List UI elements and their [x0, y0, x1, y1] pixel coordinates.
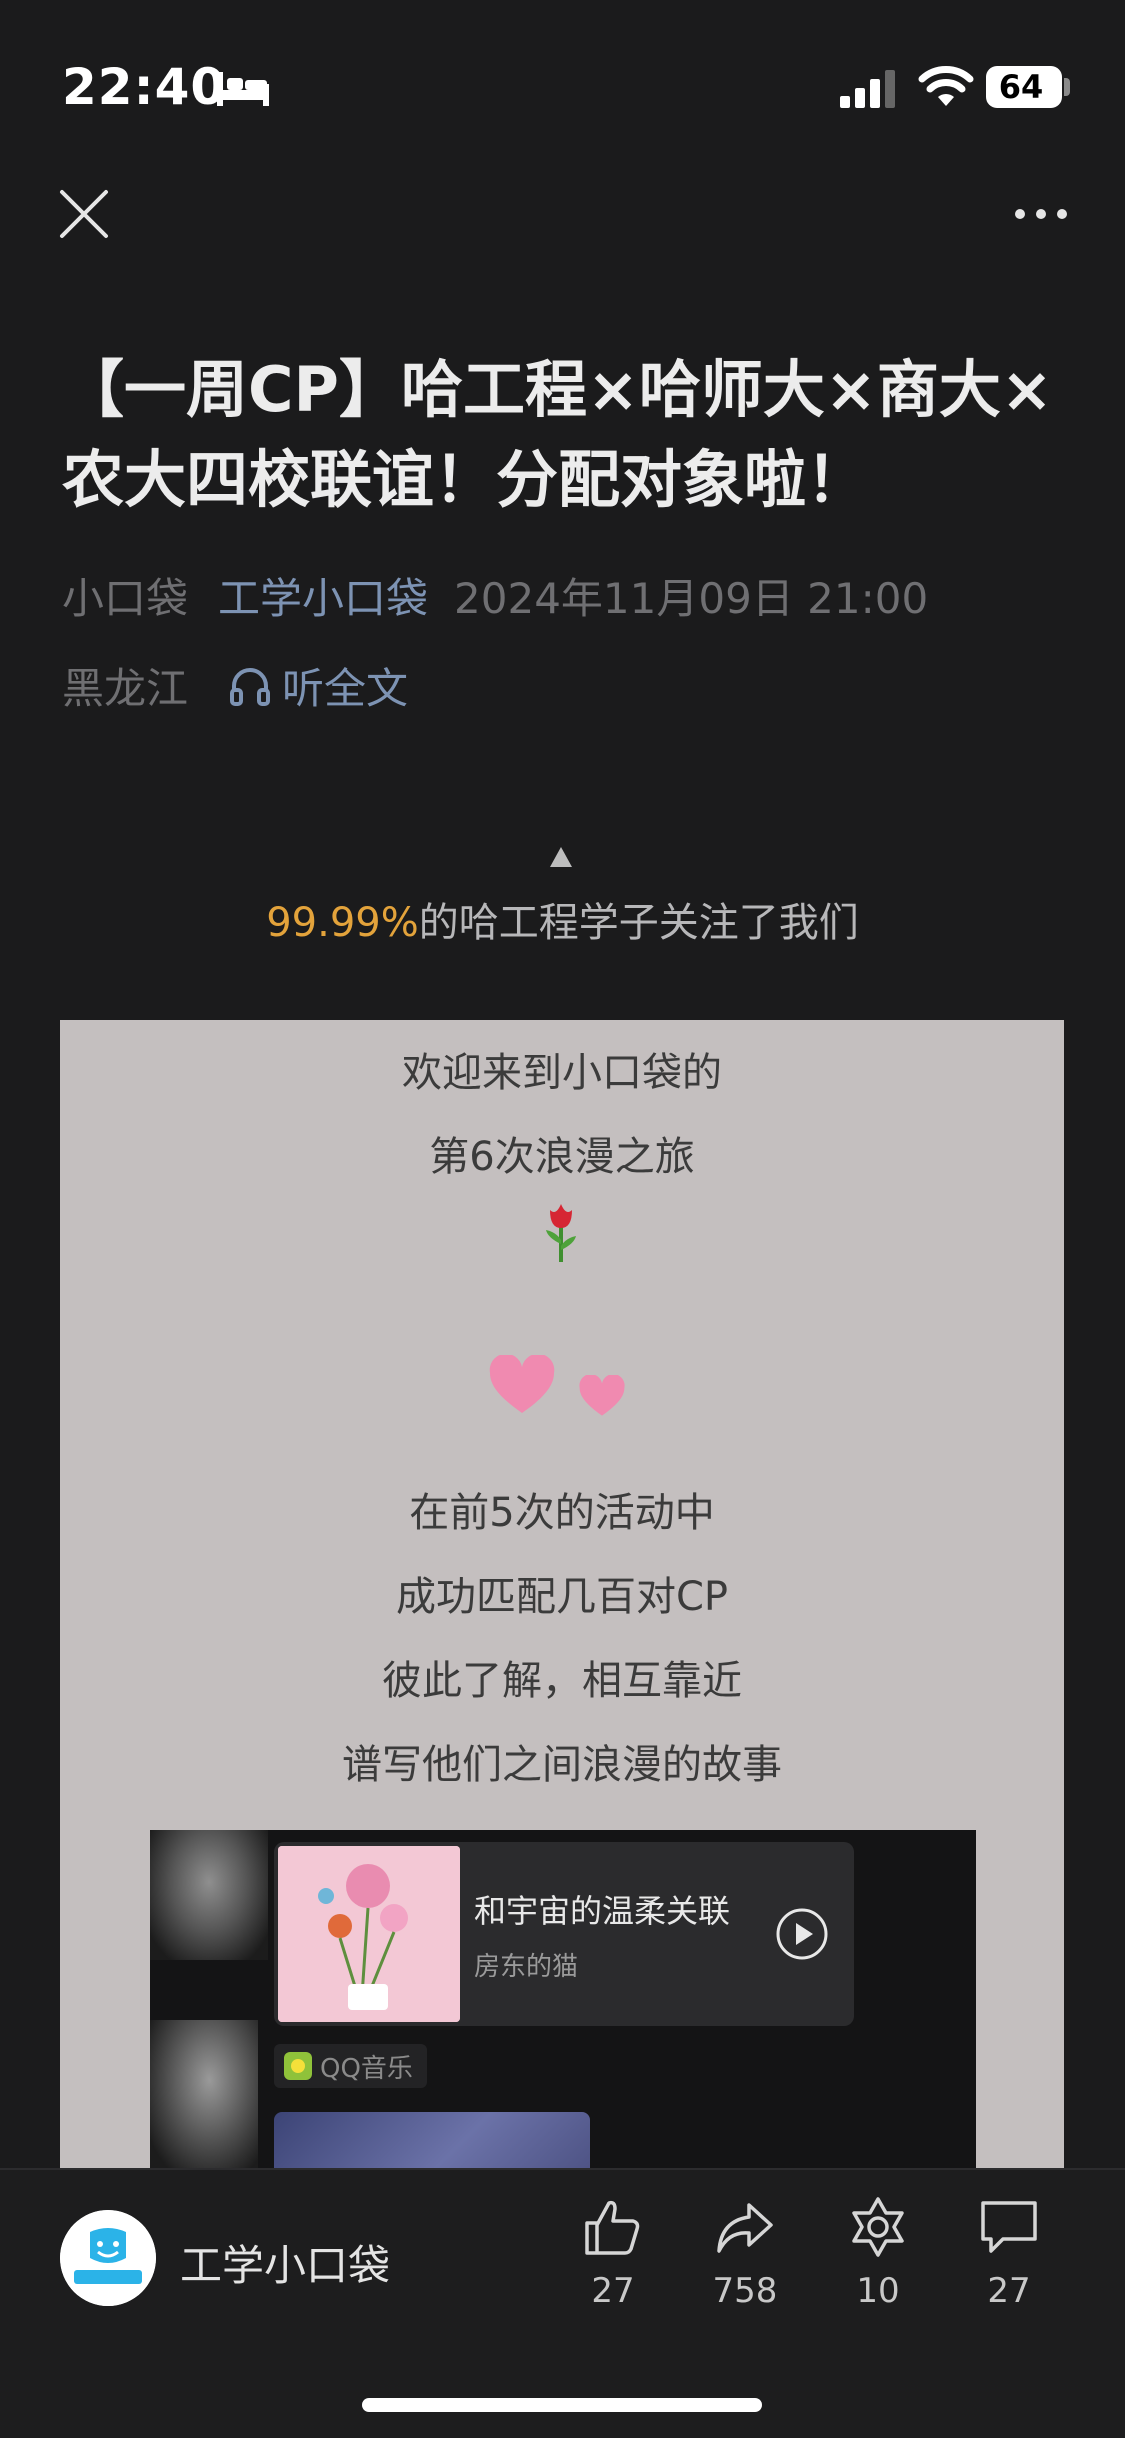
recommend-icon: [852, 2197, 904, 2257]
location: 黑龙江: [62, 664, 189, 713]
content-line: 欢迎来到小口袋的: [402, 1050, 722, 1096]
follow-percent: 99.99%: [266, 900, 419, 946]
article-meta-2: 黑龙江 听全文: [62, 655, 408, 716]
article-meta: 小口袋 工学小口袋 2024年11月09日 21:00: [62, 565, 928, 626]
bed-icon: [217, 72, 269, 106]
content-card: 欢迎来到小口袋的 第6次浪漫之旅 在前5次的活动中 成功匹配几百对CP 彼此了解…: [60, 1020, 1064, 2170]
chat-screenshot-image: 和宇宙的温柔关联 房东的猫 QQ音乐: [150, 1830, 976, 2170]
content-line: 在前5次的活动中: [409, 1490, 715, 1536]
next-media-card: [274, 2112, 590, 2170]
heart-icon: [579, 1375, 625, 1416]
content-line: 彼此了解，相互靠近: [382, 1658, 742, 1704]
content-line: 谱写他们之间浪漫的故事: [342, 1742, 782, 1788]
blurred-avatar: [150, 1830, 268, 1960]
content-line: 第6次浪漫之旅: [429, 1134, 695, 1180]
account-avatar[interactable]: [60, 2210, 156, 2306]
bottom-account-name[interactable]: 工学小口袋: [180, 2232, 390, 2293]
share-icon: [717, 2203, 773, 2253]
comment-icon: [981, 2201, 1037, 2253]
recommend-count: 10: [856, 2271, 900, 2311]
account-logo: [60, 2210, 156, 2306]
like-count: 27: [591, 2271, 635, 2311]
music-source: QQ音乐: [320, 2053, 413, 2084]
song-artist: 房东的猫: [474, 1952, 579, 1982]
follow-text: 的哈工程学子关注了我们: [418, 900, 859, 946]
publish-datetime: 2024年11月09日 21:00: [454, 574, 929, 623]
qq-music-icon: [284, 2052, 312, 2080]
battery-nub: [1064, 78, 1070, 96]
listen-button[interactable]: 听全文: [228, 655, 408, 716]
battery-level: 64: [998, 68, 1044, 106]
music-source-tag: QQ音乐: [274, 2044, 427, 2088]
close-icon[interactable]: [58, 188, 110, 240]
song-title: 和宇宙的温柔关联: [474, 1892, 731, 1930]
battery-indicator: 64: [986, 66, 1062, 108]
recommend-button[interactable]: 10: [818, 2195, 938, 2311]
triangle-icon: [550, 847, 572, 867]
share-count: 758: [712, 2271, 778, 2311]
wifi-icon: [918, 66, 974, 106]
album-art: [278, 1846, 460, 2022]
account-link[interactable]: 工学小口袋: [218, 574, 428, 623]
article-title: 【一周CP】哈工程×哈师大×商大×农大四校联谊！分配对象啦！: [62, 353, 1053, 516]
comment-count: 27: [987, 2271, 1031, 2311]
music-card[interactable]: 和宇宙的温柔关联 房东的猫: [274, 1842, 854, 2026]
home-indicator[interactable]: [362, 2398, 762, 2412]
more-icon[interactable]: [1012, 200, 1070, 228]
comment-button[interactable]: 27: [949, 2195, 1069, 2311]
content-line: 成功匹配几百对CP: [395, 1574, 729, 1620]
author-name: 小口袋: [62, 574, 189, 623]
like-button[interactable]: 27: [553, 2195, 673, 2311]
status-time: 22:40: [62, 58, 227, 116]
signal-icon: [840, 70, 895, 108]
headphone-icon: [230, 667, 271, 706]
listen-label: 听全文: [282, 664, 409, 713]
play-icon[interactable]: [774, 1906, 830, 1962]
blurred-avatar: [150, 2020, 258, 2170]
rose-icon: [546, 1204, 576, 1262]
follow-stat: 99.99%的哈工程学子关注了我们: [0, 890, 1125, 948]
thumbs-up-icon: [585, 2200, 640, 2255]
share-button[interactable]: 758: [685, 2195, 805, 2311]
heart-icon: [489, 1355, 555, 1413]
